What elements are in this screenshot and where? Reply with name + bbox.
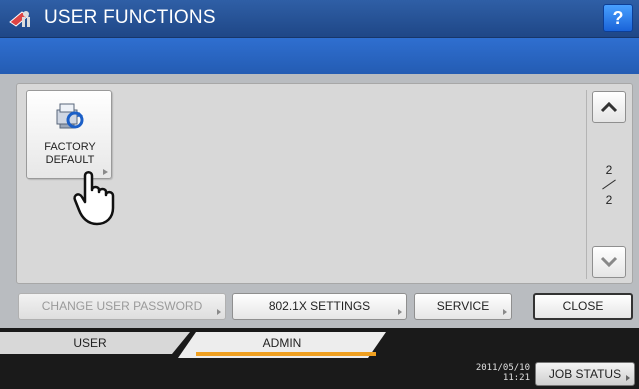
tab-user-label: USER xyxy=(73,336,107,350)
submenu-arrow-icon xyxy=(626,375,630,381)
close-button[interactable]: CLOSE xyxy=(533,293,633,320)
pointing-hand-icon xyxy=(73,171,115,226)
submenu-arrow-icon xyxy=(217,309,221,315)
submenu-arrow-icon xyxy=(503,309,507,315)
current-page: 2 xyxy=(605,163,613,177)
help-button[interactable]: ? xyxy=(603,4,633,32)
change-user-password-label: CHANGE USER PASSWORD xyxy=(41,299,203,313)
change-user-password-button[interactable]: CHANGE USER PASSWORD xyxy=(18,293,226,320)
chevron-up-icon xyxy=(600,101,618,113)
submenu-arrow-icon xyxy=(398,309,402,315)
main-area: FACTORY DEFAULT 2 2 CHANGE USER PASSWORD… xyxy=(0,74,639,328)
total-pages: 2 xyxy=(605,193,613,207)
job-status-label: JOB STATUS xyxy=(548,367,622,381)
title-bar: USER FUNCTIONS ? xyxy=(0,0,639,38)
8021x-settings-button[interactable]: 802.1X SETTINGS xyxy=(232,293,407,320)
factory-default-label: FACTORY DEFAULT xyxy=(44,141,96,166)
time-text: 11:21 xyxy=(502,373,530,383)
factory-default-button[interactable]: FACTORY DEFAULT xyxy=(26,90,112,179)
page-separator xyxy=(602,179,616,190)
service-label: SERVICE xyxy=(436,299,490,313)
tab-admin-label: ADMIN xyxy=(262,336,302,350)
page-down-button[interactable] xyxy=(592,246,626,278)
status-bar: 2011/05/10 11:21 JOB STATUS xyxy=(0,358,639,389)
factory-default-icon xyxy=(56,103,84,129)
job-status-button[interactable]: JOB STATUS xyxy=(535,362,635,386)
user-functions-icon xyxy=(9,11,30,27)
active-tab-indicator xyxy=(196,352,376,356)
tab-user[interactable]: USER xyxy=(0,332,190,354)
function-panel: FACTORY DEFAULT 2 2 xyxy=(16,83,633,284)
date-time: 2011/05/10 11:21 xyxy=(468,363,530,383)
panel-divider xyxy=(586,90,587,279)
8021x-settings-label: 802.1X SETTINGS xyxy=(268,299,371,313)
date-text: 2011/05/10 xyxy=(475,363,530,373)
chevron-down-icon xyxy=(600,256,618,268)
page-title: USER FUNCTIONS xyxy=(44,7,216,28)
service-button[interactable]: SERVICE xyxy=(414,293,512,320)
page-up-button[interactable] xyxy=(592,91,626,123)
message-band xyxy=(0,38,639,74)
